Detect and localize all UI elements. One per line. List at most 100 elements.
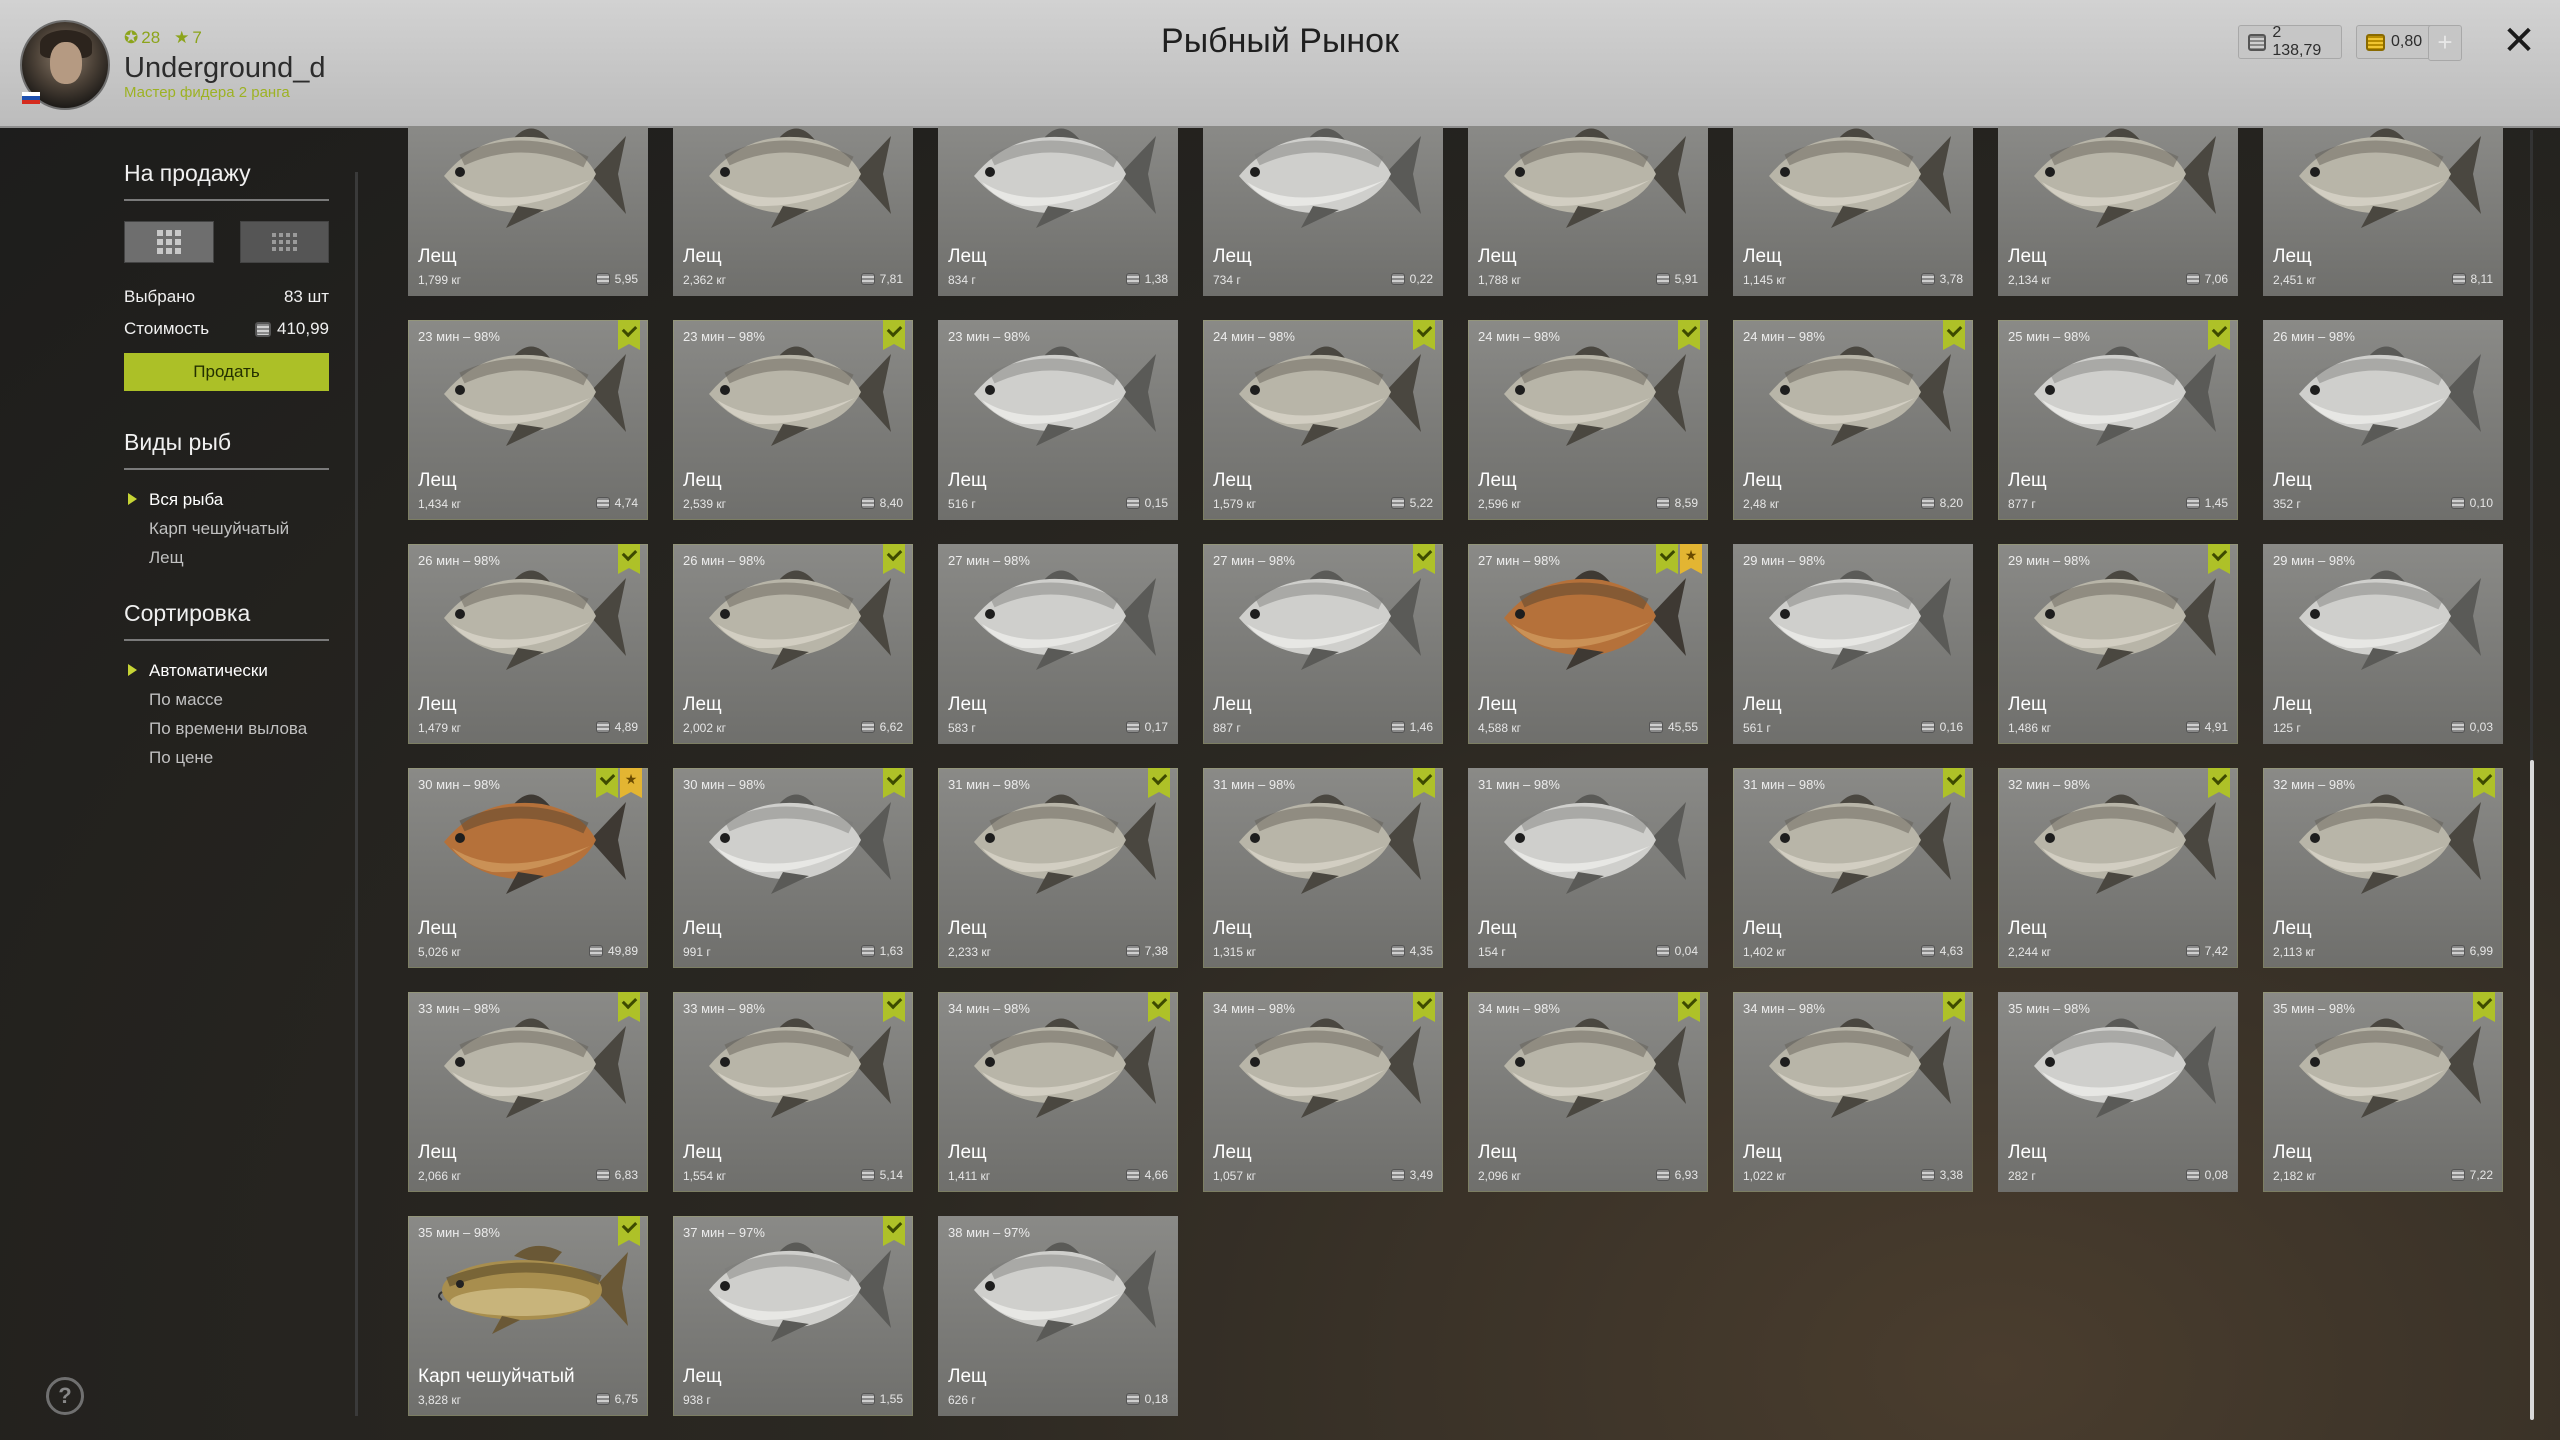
fish-card[interactable]: 23 мин – 98% Лещ 516 г 0,15 [938, 320, 1178, 520]
silver-coin-icon [2185, 273, 2200, 285]
bream-fish-image [709, 570, 891, 670]
catch-time-label: 30 мин – 98% [418, 777, 500, 792]
catch-time-label: 33 мин – 98% [418, 1001, 500, 1016]
fish-price-value: 1,38 [1144, 272, 1168, 286]
fish-price-value: 0,03 [2469, 720, 2493, 734]
sort-option[interactable]: По времени вылова [124, 719, 329, 739]
fish-card[interactable]: 31 мин – 98% Лещ 154 г 0,04 [1468, 768, 1708, 968]
fish-card[interactable]: 25 мин – 98% Лещ 877 г 1,45 [1998, 320, 2238, 520]
sort-option[interactable]: По массе [124, 690, 329, 710]
fish-card[interactable]: 24 мин – 98% Лещ 2,596 кг 8,59 [1468, 320, 1708, 520]
species-option[interactable]: Лещ [124, 548, 329, 568]
top-bar: ✪ 28 ★ 7 Underground_d Мастер фидера 2 ран… [0, 0, 2560, 128]
fish-card[interactable]: 34 мин – 98% Лещ 1,057 кг 3,49 [1203, 992, 1443, 1192]
fish-weight: 4,588 кг [1478, 721, 1521, 735]
fish-card[interactable]: 35 мин – 98% Лещ 282 г 0,08 [1998, 992, 2238, 1192]
fish-name: Лещ [2008, 918, 2047, 939]
sort-option[interactable]: Автоматически [124, 661, 329, 681]
silver-coin-icon [1125, 721, 1140, 733]
fish-card[interactable]: 35 мин – 98% Карп чешуйчатый 3,828 кг 6,75 [408, 1216, 648, 1416]
fish-card[interactable]: 31 мин – 98% Лещ 2,233 кг 7,38 [938, 768, 1178, 968]
catch-time-label: 27 мин – 98% [1478, 553, 1560, 568]
fish-card[interactable]: 33 мин – 98% Лещ 2,066 кг 6,83 [408, 992, 648, 1192]
fish-card[interactable]: 23 мин – 98% Лещ 2,539 кг 8,40 [673, 320, 913, 520]
help-icon[interactable]: ? [46, 1377, 84, 1415]
fish-name: Лещ [683, 470, 722, 491]
fish-card[interactable]: Лещ 1,799 кг 5,95 [408, 126, 648, 296]
carp-fish-image [438, 1245, 628, 1334]
fish-card[interactable]: 27 мин – 98% Лещ 583 г 0,17 [938, 544, 1178, 744]
species-option[interactable]: Вся рыба [124, 490, 329, 510]
fish-price: 6,99 [2450, 944, 2493, 958]
silver-coin-icon [1655, 497, 1670, 509]
fish-card[interactable]: 24 мин – 98% Лещ 1,579 кг 5,22 [1203, 320, 1443, 520]
fish-card[interactable]: 31 мин – 98% Лещ 1,315 кг 4,35 [1203, 768, 1443, 968]
fish-card[interactable]: Лещ 834 г 1,38 [938, 126, 1178, 296]
catch-time-label: 32 мин – 98% [2008, 777, 2090, 792]
fish-price: 3,38 [1920, 1168, 1963, 1182]
bream-fish-image [1504, 794, 1686, 894]
fish-card[interactable]: 32 мин – 98% Лещ 2,113 кг 6,99 [2263, 768, 2503, 968]
species-option[interactable]: Карп чешуйчатый [124, 519, 329, 539]
fish-card[interactable]: 30 мин – 98% Лещ 5,026 кг 49,89 ★ [408, 768, 648, 968]
fish-card[interactable]: 23 мин – 98% Лещ 1,434 кг 4,74 [408, 320, 648, 520]
silver-amount: 2 138,79 [2272, 24, 2322, 59]
fish-price-value: 8,40 [879, 496, 903, 510]
fish-weight: 1,486 кг [2008, 721, 2051, 735]
fish-card[interactable]: 33 мин – 98% Лещ 1,554 кг 5,14 [673, 992, 913, 1192]
scrollbar-thumb[interactable] [2530, 760, 2534, 1420]
fish-card[interactable]: 34 мин – 98% Лещ 2,096 кг 6,93 [1468, 992, 1708, 1192]
fish-price-value: 6,93 [1674, 1168, 1698, 1182]
fish-card[interactable]: Лещ 2,134 кг 7,06 [1998, 126, 2238, 296]
bream-fish-image [2034, 346, 2216, 446]
fish-card[interactable]: 37 мин – 97% Лещ 938 г 1,55 [673, 1216, 913, 1416]
fish-card[interactable]: 32 мин – 98% Лещ 2,244 кг 7,42 [1998, 768, 2238, 968]
fish-price-value: 5,95 [614, 272, 638, 286]
fish-name: Лещ [1478, 1142, 1517, 1163]
fish-card[interactable]: 34 мин – 98% Лещ 1,022 кг 3,38 [1733, 992, 1973, 1192]
large-grid-view-button[interactable] [124, 221, 214, 263]
fish-card[interactable]: 27 мин – 98% Лещ 4,588 кг 45,55 ★ [1468, 544, 1708, 744]
fish-card[interactable]: 35 мин – 98% Лещ 2,182 кг 7,22 [2263, 992, 2503, 1192]
fish-card[interactable]: 29 мин – 98% Лещ 1,486 кг 4,91 [1998, 544, 2238, 744]
bream-fish-image [974, 346, 1156, 446]
fish-card[interactable]: 27 мин – 98% Лещ 887 г 1,46 [1203, 544, 1443, 744]
fish-weight: 282 г [2008, 1169, 2036, 1183]
fish-card[interactable]: 29 мин – 98% Лещ 561 г 0,16 [1733, 544, 1973, 744]
fish-card[interactable]: 29 мин – 98% Лещ 125 г 0,03 [2263, 544, 2503, 744]
fish-card[interactable]: 38 мин – 97% Лещ 626 г 0,18 [938, 1216, 1178, 1416]
catch-time-label: 23 мин – 98% [683, 329, 765, 344]
bream-fish-image [1504, 128, 1686, 228]
bream-fish-image [709, 346, 891, 446]
catch-time-label: 34 мин – 98% [1213, 1001, 1295, 1016]
silver-coin-icon [2248, 33, 2267, 51]
fish-card[interactable]: 24 мин – 98% Лещ 2,48 кг 8,20 [1733, 320, 1973, 520]
fish-card[interactable]: Лещ 1,788 кг 5,91 [1468, 126, 1708, 296]
sell-button[interactable]: Продать [124, 353, 329, 391]
fish-price: 1,45 [2185, 496, 2228, 510]
fish-card[interactable]: Лещ 2,362 кг 7,81 [673, 126, 913, 296]
fish-name: Лещ [418, 918, 457, 939]
small-grid-view-button[interactable] [239, 221, 329, 263]
fish-card[interactable]: 26 мин – 98% Лещ 2,002 кг 6,62 [673, 544, 913, 744]
fish-card[interactable]: 30 мин – 98% Лещ 991 г 1,63 [673, 768, 913, 968]
fish-price: 1,38 [1125, 272, 1168, 286]
fish-name: Лещ [1478, 694, 1517, 715]
sort-option[interactable]: По цене [124, 748, 329, 768]
bream-fish-image [444, 794, 626, 894]
fish-card[interactable]: Лещ 734 г 0,22 [1203, 126, 1443, 296]
fish-name: Карп чешуйчатый [418, 1366, 575, 1387]
fish-name: Лещ [1213, 918, 1252, 939]
close-button[interactable]: ✕ [2498, 18, 2540, 64]
bream-fish-image [974, 128, 1156, 228]
add-currency-button[interactable]: + [2428, 25, 2462, 61]
fish-card[interactable]: 34 мин – 98% Лещ 1,411 кг 4,66 [938, 992, 1178, 1192]
bream-fish-image [2034, 570, 2216, 670]
fish-card[interactable]: 26 мин – 98% Лещ 352 г 0,10 [2263, 320, 2503, 520]
fish-card[interactable]: Лещ 1,145 кг 3,78 [1733, 126, 1973, 296]
fish-card[interactable]: Лещ 2,451 кг 8,11 [2263, 126, 2503, 296]
silver-coin-icon [1920, 497, 1935, 509]
fish-card[interactable]: 26 мин – 98% Лещ 1,479 кг 4,89 [408, 544, 648, 744]
fish-card[interactable]: 31 мин – 98% Лещ 1,402 кг 4,63 [1733, 768, 1973, 968]
fish-weight: 626 г [948, 1393, 976, 1407]
